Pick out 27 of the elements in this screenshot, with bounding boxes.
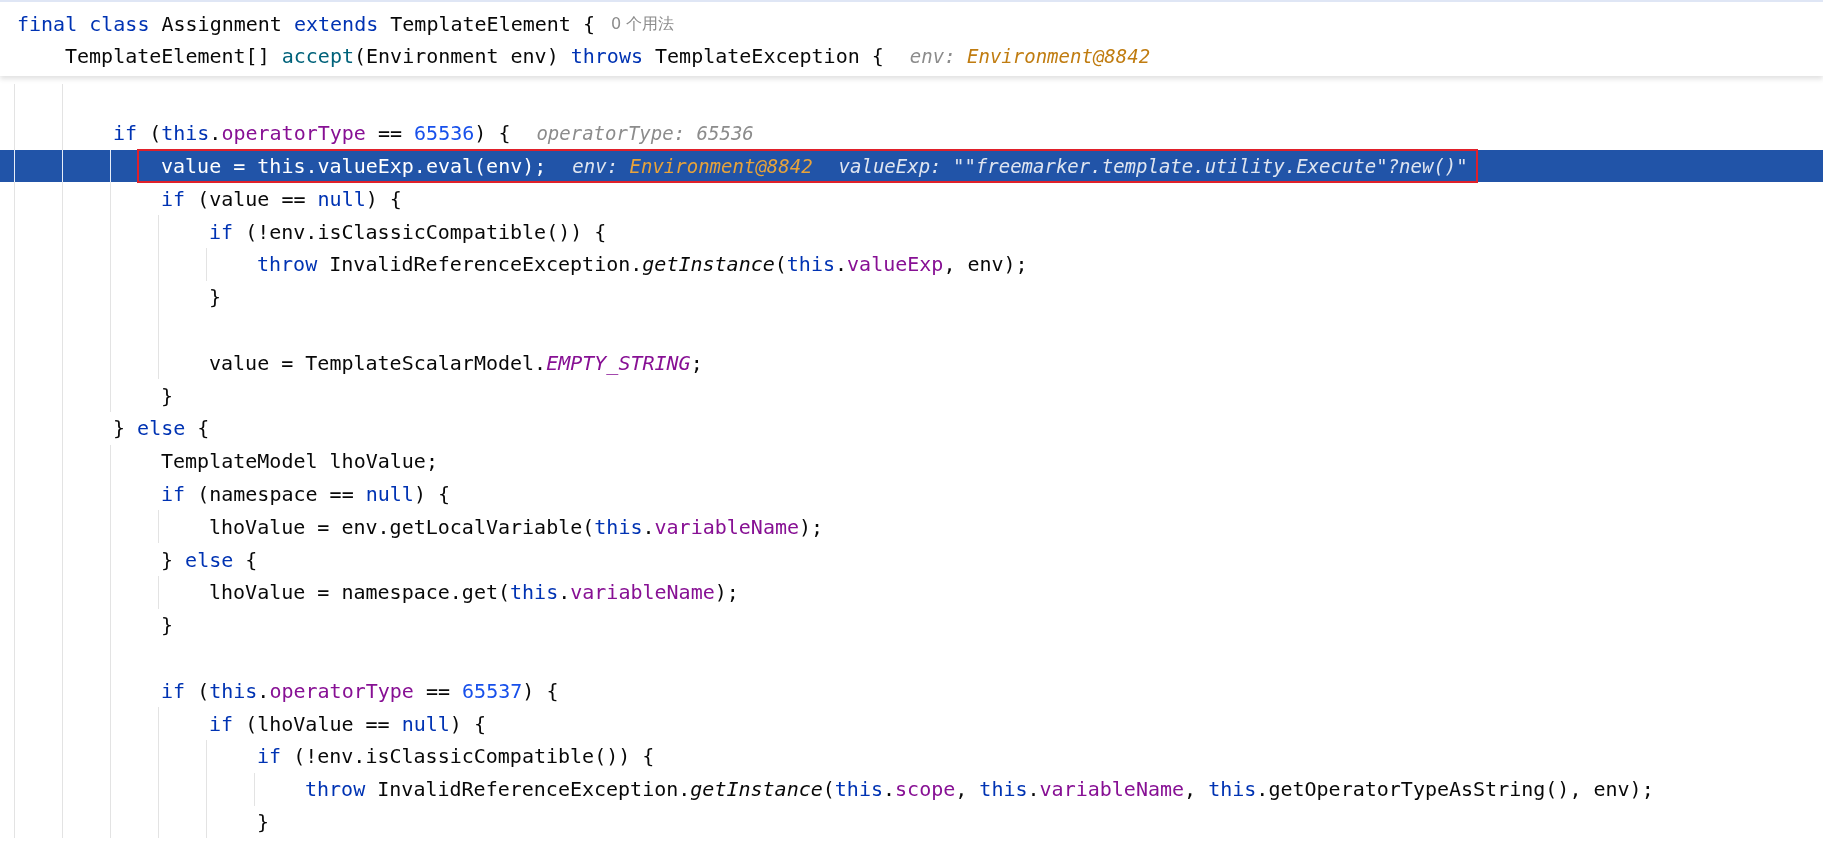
inline-hint: valueExp: ""freemarker.template.utility.Execute"?new()" — [838, 155, 1468, 177]
code-line: if (namespace == null) { — [161, 481, 450, 506]
code-line: lhoValue = namespace.get(this.variableName); — [209, 580, 739, 605]
code-line: lhoValue = env.getLocalVariable(this.variableName); — [209, 514, 824, 539]
code-line: } — [161, 383, 174, 408]
code-line: if (value == null) { — [161, 186, 402, 211]
inline-hint: env: Environment@8842 — [909, 45, 1151, 67]
code-line: if (this.operatorType == 65536) { — [113, 121, 511, 146]
code-line: throw InvalidReferenceException.getInstance(this.scope, this.variableName, this.getOperatorTypeAsString(), env); — [305, 777, 1654, 802]
code-line: throw InvalidReferenceException.getInstance(this.valueExp, env); — [257, 252, 1028, 277]
code-line: value = TemplateScalarModel.EMPTY_STRING; — [209, 350, 703, 375]
inline-hint: operatorType: 65536 — [536, 122, 754, 145]
code-line: } — [161, 613, 174, 638]
code-line: } else { — [113, 416, 210, 441]
code-line: if (lhoValue == null) { — [209, 711, 486, 736]
code-line: } — [257, 809, 270, 834]
code-line: final class Assignment extends TemplateElement { — [17, 12, 595, 36]
code-line: value = this.valueExp.eval(env); — [161, 154, 547, 178]
code-line: } — [209, 285, 222, 310]
code-line: if (this.operatorType == 65537) { — [161, 678, 559, 703]
code-line: if (!env.isClassicCompatible()) { — [209, 219, 607, 244]
code-line: TemplateModel lhoValue; — [161, 449, 438, 474]
code-line: } else { — [161, 547, 258, 572]
inline-hint: env: Environment@8842 — [572, 155, 813, 177]
usage-hint[interactable]: 0 个用法 — [611, 13, 675, 35]
code-line: if (!env.isClassicCompatible()) { — [257, 744, 655, 769]
code-line: TemplateElement[] accept(Environment env) throws TemplateException { — [65, 44, 884, 68]
